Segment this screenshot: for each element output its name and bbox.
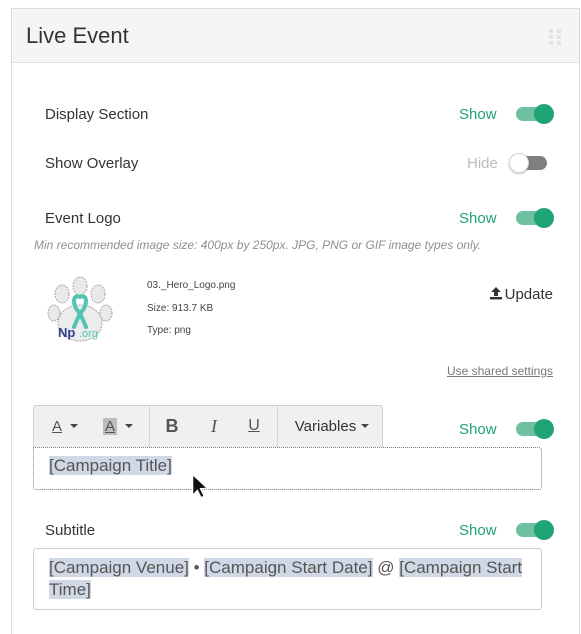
display-section-toggle[interactable] — [514, 104, 554, 124]
rich-text-toolbar: A A B I U Variables — [33, 405, 383, 447]
event-logo-state: Show — [459, 210, 497, 227]
panel-header: Live Event — [12, 9, 579, 63]
upload-icon — [489, 287, 502, 300]
italic-icon: I — [211, 415, 217, 436]
chevron-down-icon — [361, 424, 370, 428]
logo-file-type: Type: png — [147, 325, 191, 336]
subtitle-label: Subtitle — [45, 522, 96, 539]
update-logo-button[interactable]: Update — [489, 286, 553, 303]
underline-button[interactable]: U — [240, 406, 268, 446]
subtitle-editor[interactable]: [Campaign Venue] • [Campaign Start Date]… — [33, 548, 542, 610]
display-section-label: Display Section — [45, 106, 149, 123]
drag-handle-icon[interactable] — [549, 29, 563, 45]
background-color-dropdown[interactable]: A — [96, 406, 140, 446]
bold-button[interactable]: B — [158, 406, 186, 446]
title-editor[interactable]: [Campaign Title] — [33, 447, 542, 490]
show-overlay-label: Show Overlay — [45, 155, 139, 172]
campaign-title-token: [Campaign Title] — [49, 456, 172, 475]
chevron-down-icon — [70, 424, 78, 428]
event-logo-thumbnail: Np .org — [44, 275, 116, 349]
image-size-hint: Min recommended image size: 400px by 250… — [34, 238, 482, 252]
campaign-start-date-token: [Campaign Start Date] — [204, 558, 373, 577]
campaign-venue-token: [Campaign Venue] — [49, 558, 189, 577]
font-color-dropdown[interactable]: A — [44, 406, 86, 446]
logo-file-size: Size: 913.7 KB — [147, 303, 214, 314]
chevron-down-icon — [125, 424, 133, 428]
variables-label: Variables — [294, 417, 357, 435]
mouse-cursor-icon — [192, 473, 209, 499]
display-section-state: Show — [459, 106, 497, 123]
show-overlay-state: Hide — [467, 155, 498, 172]
bullet-separator: • — [188, 558, 205, 577]
subtitle-state: Show — [459, 522, 497, 539]
underline-icon: U — [248, 417, 260, 434]
event-logo-label: Event Logo — [45, 210, 121, 227]
svg-text:Np: Np — [58, 325, 75, 340]
title-field-state: Show — [459, 421, 497, 438]
panel-title: Live Event — [26, 23, 129, 48]
font-color-icon: A — [51, 417, 62, 435]
background-color-icon: A — [102, 417, 117, 435]
update-label: Update — [504, 286, 553, 303]
show-overlay-toggle[interactable] — [509, 153, 549, 173]
logo-file-name: 03._Hero_Logo.png — [147, 280, 236, 291]
svg-text:.org: .org — [79, 328, 98, 340]
italic-button[interactable]: I — [200, 406, 228, 446]
bold-icon: B — [165, 415, 179, 436]
at-separator: @ — [372, 558, 400, 577]
title-field-toggle[interactable] — [514, 419, 554, 439]
subtitle-toggle[interactable] — [514, 520, 554, 540]
variables-dropdown[interactable]: Variables — [286, 406, 378, 446]
event-logo-toggle[interactable] — [514, 208, 554, 228]
use-shared-settings-link[interactable]: Use shared settings — [447, 364, 553, 378]
